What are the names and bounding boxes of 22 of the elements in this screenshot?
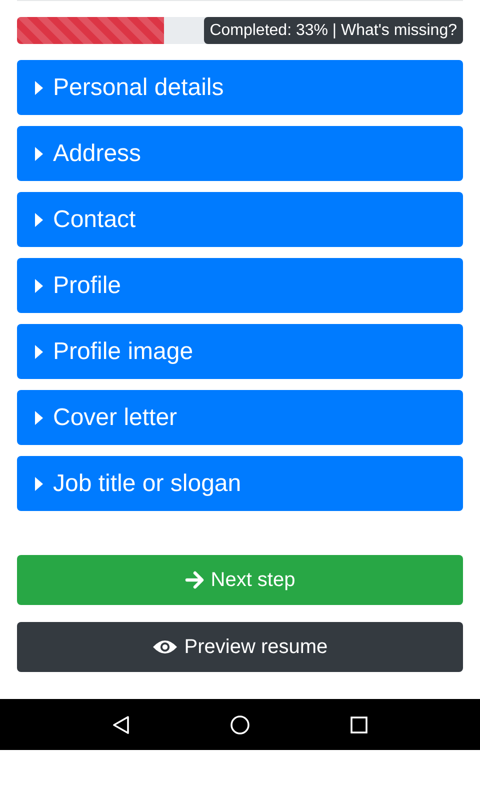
caret-icon (35, 410, 43, 424)
section-toggle[interactable]: Cover letter (17, 390, 463, 445)
caret-icon (35, 212, 43, 226)
caret-icon (35, 476, 43, 490)
home-icon[interactable] (230, 714, 250, 734)
section-toggle[interactable]: Contact (17, 192, 463, 247)
progress-tooltip[interactable]: Completed: 33% | What's missing? (204, 17, 463, 44)
back-icon[interactable] (111, 714, 132, 734)
arrow-right-icon (184, 571, 205, 589)
caret-icon (35, 80, 43, 94)
recents-icon[interactable] (348, 714, 369, 734)
section-toggle[interactable]: Personal details (17, 60, 463, 115)
caret-icon (35, 344, 43, 358)
caret-icon (35, 146, 43, 160)
section-toggle[interactable]: Profile image (17, 324, 463, 379)
section-toggle[interactable]: Profile (17, 258, 463, 313)
section-toggle[interactable]: Address (17, 126, 463, 181)
eye-icon (152, 639, 178, 655)
section-toggle[interactable]: Job title or slogan (17, 456, 463, 511)
preview-button[interactable]: Preview resume (17, 622, 463, 672)
next-step-button[interactable]: Next step (17, 555, 463, 605)
caret-icon (35, 278, 43, 292)
